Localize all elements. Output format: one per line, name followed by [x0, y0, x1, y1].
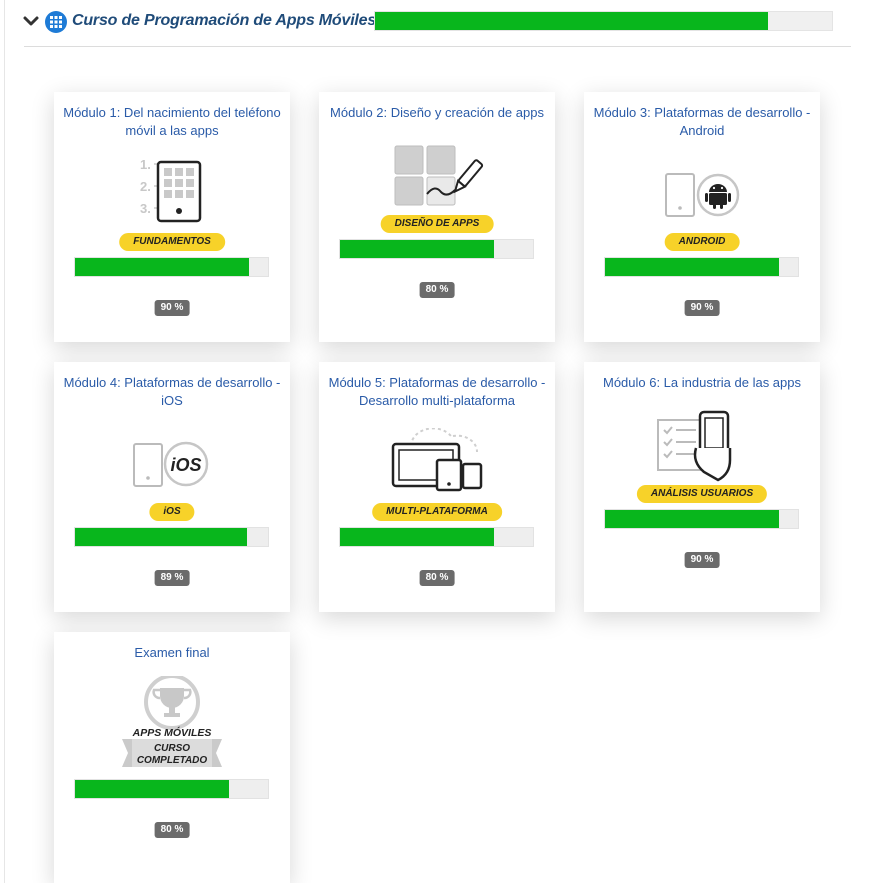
module-badge: ANDROID — [664, 233, 740, 251]
trophy-certificate-illustration: APPS MÓVILES CURSO COMPLETADO — [122, 676, 222, 767]
illus-label: 2. — [140, 179, 151, 194]
module-percent-badge: 80 % — [154, 822, 190, 838]
module-title[interactable]: Examen final — [60, 644, 284, 662]
module-badge: DISEÑO DE APPS — [380, 215, 494, 233]
ios-device-illustration: iOS — [133, 441, 209, 487]
module-badge: iOS — [149, 503, 195, 521]
module-card-6[interactable]: Módulo 6: La industria de las apps ANÁLI… — [584, 362, 820, 612]
phone-checklist-illustration — [657, 410, 732, 482]
module-title[interactable]: Módulo 5: Plataformas de desarrollo - De… — [325, 374, 549, 410]
module-progress-bar — [74, 779, 269, 799]
module-badge: FUNDAMENTOS — [119, 233, 225, 251]
module-percent-badge: 89 % — [154, 570, 190, 586]
certificate-line: CURSO — [154, 743, 190, 754]
module-card-5[interactable]: Módulo 5: Plataformas de desarrollo - De… — [319, 362, 555, 612]
page-frame-border — [4, 0, 5, 883]
module-progress-bar — [604, 509, 799, 529]
module-title[interactable]: Módulo 6: La industria de las apps — [590, 374, 814, 392]
chevron-down-icon[interactable] — [22, 12, 40, 30]
module-card-2[interactable]: Módulo 2: Diseño y creación de apps DISE… — [319, 92, 555, 342]
module-progress-bar — [339, 527, 534, 547]
module-progress-fill — [605, 258, 779, 276]
certificate-line: COMPLETADO — [137, 755, 208, 766]
module-progress-bar — [74, 257, 269, 277]
module-progress-fill — [75, 780, 230, 798]
module-percent-badge: 80 % — [419, 282, 455, 298]
tablet-numbered-list-illustration: 1. 2. 3. — [140, 157, 202, 223]
module-title[interactable]: Módulo 4: Plataformas de desarrollo - iO… — [60, 374, 284, 410]
multi-device-illustration — [391, 428, 483, 492]
design-grid-pen-illustration — [394, 145, 484, 206]
module-progress-bar — [604, 257, 799, 277]
illus-label: 1. — [140, 157, 151, 172]
illus-label: 3. — [140, 201, 151, 216]
certificate-title: APPS MÓVILES — [132, 726, 212, 739]
module-title[interactable]: Módulo 2: Diseño y creación de apps — [325, 104, 549, 122]
module-progress-fill — [605, 510, 779, 528]
grid-icon — [45, 11, 67, 33]
course-progress-bar — [374, 11, 833, 31]
course-title[interactable]: Curso de Programación de Apps Móviles — [72, 12, 376, 30]
module-percent-badge: 80 % — [419, 570, 455, 586]
module-card-1[interactable]: Módulo 1: Del nacimiento del teléfono mó… — [54, 92, 290, 342]
header-divider — [24, 46, 851, 47]
module-badge: ANÁLISIS USUARIOS — [636, 485, 768, 503]
course-progress-fill — [375, 12, 769, 30]
module-progress-fill — [75, 528, 247, 546]
ios-label: iOS — [170, 455, 201, 475]
module-badge: MULTI-PLATAFORMA — [372, 503, 502, 521]
module-progress-fill — [75, 258, 249, 276]
module-progress-bar — [339, 239, 534, 259]
module-title[interactable]: Módulo 3: Plataformas de desarrollo - An… — [590, 104, 814, 140]
module-title[interactable]: Módulo 1: Del nacimiento del teléfono mó… — [60, 104, 284, 140]
android-device-illustration — [665, 173, 740, 217]
course-header: Curso de Programación de Apps Móviles — [0, 0, 871, 47]
module-card-4[interactable]: Módulo 4: Plataformas de desarrollo - iO… — [54, 362, 290, 612]
exam-card[interactable]: Examen final APPS MÓVILES CURSO COMPLETA… — [54, 632, 290, 883]
module-percent-badge: 90 % — [684, 552, 720, 568]
module-percent-badge: 90 % — [154, 300, 190, 316]
module-percent-badge: 90 % — [684, 300, 720, 316]
module-progress-fill — [340, 528, 495, 546]
module-card-3[interactable]: Módulo 3: Plataformas de desarrollo - An… — [584, 92, 820, 342]
module-progress-bar — [74, 527, 269, 547]
module-progress-fill — [340, 240, 495, 258]
